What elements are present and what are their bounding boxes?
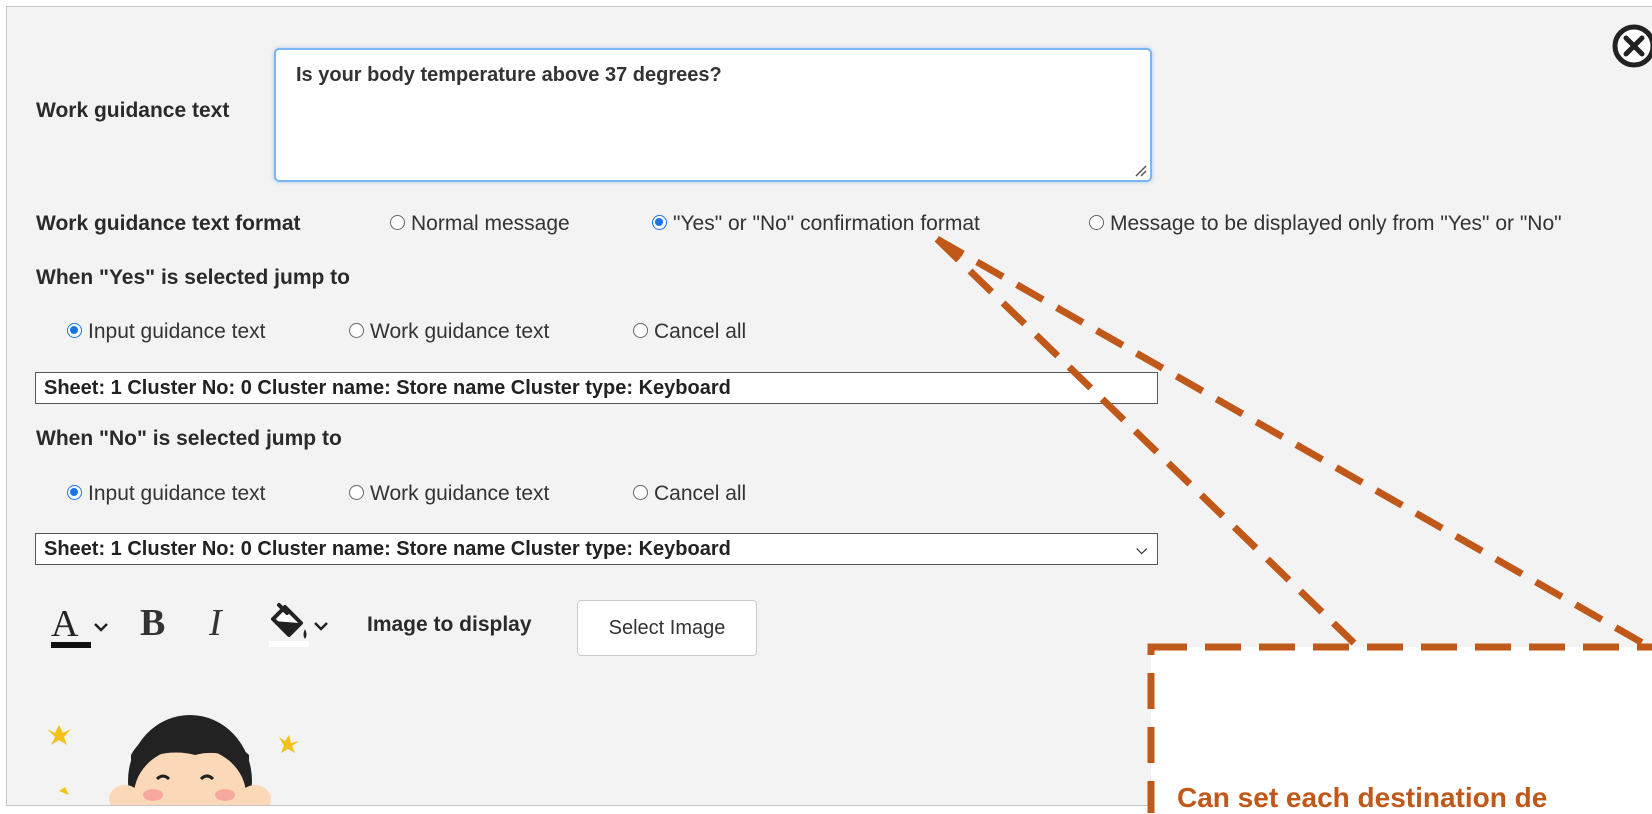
callout-text: Can set each destination de (1177, 782, 1548, 813)
guidance-editor-panel: Work guidance text Work guidance text fo… (6, 6, 1652, 813)
